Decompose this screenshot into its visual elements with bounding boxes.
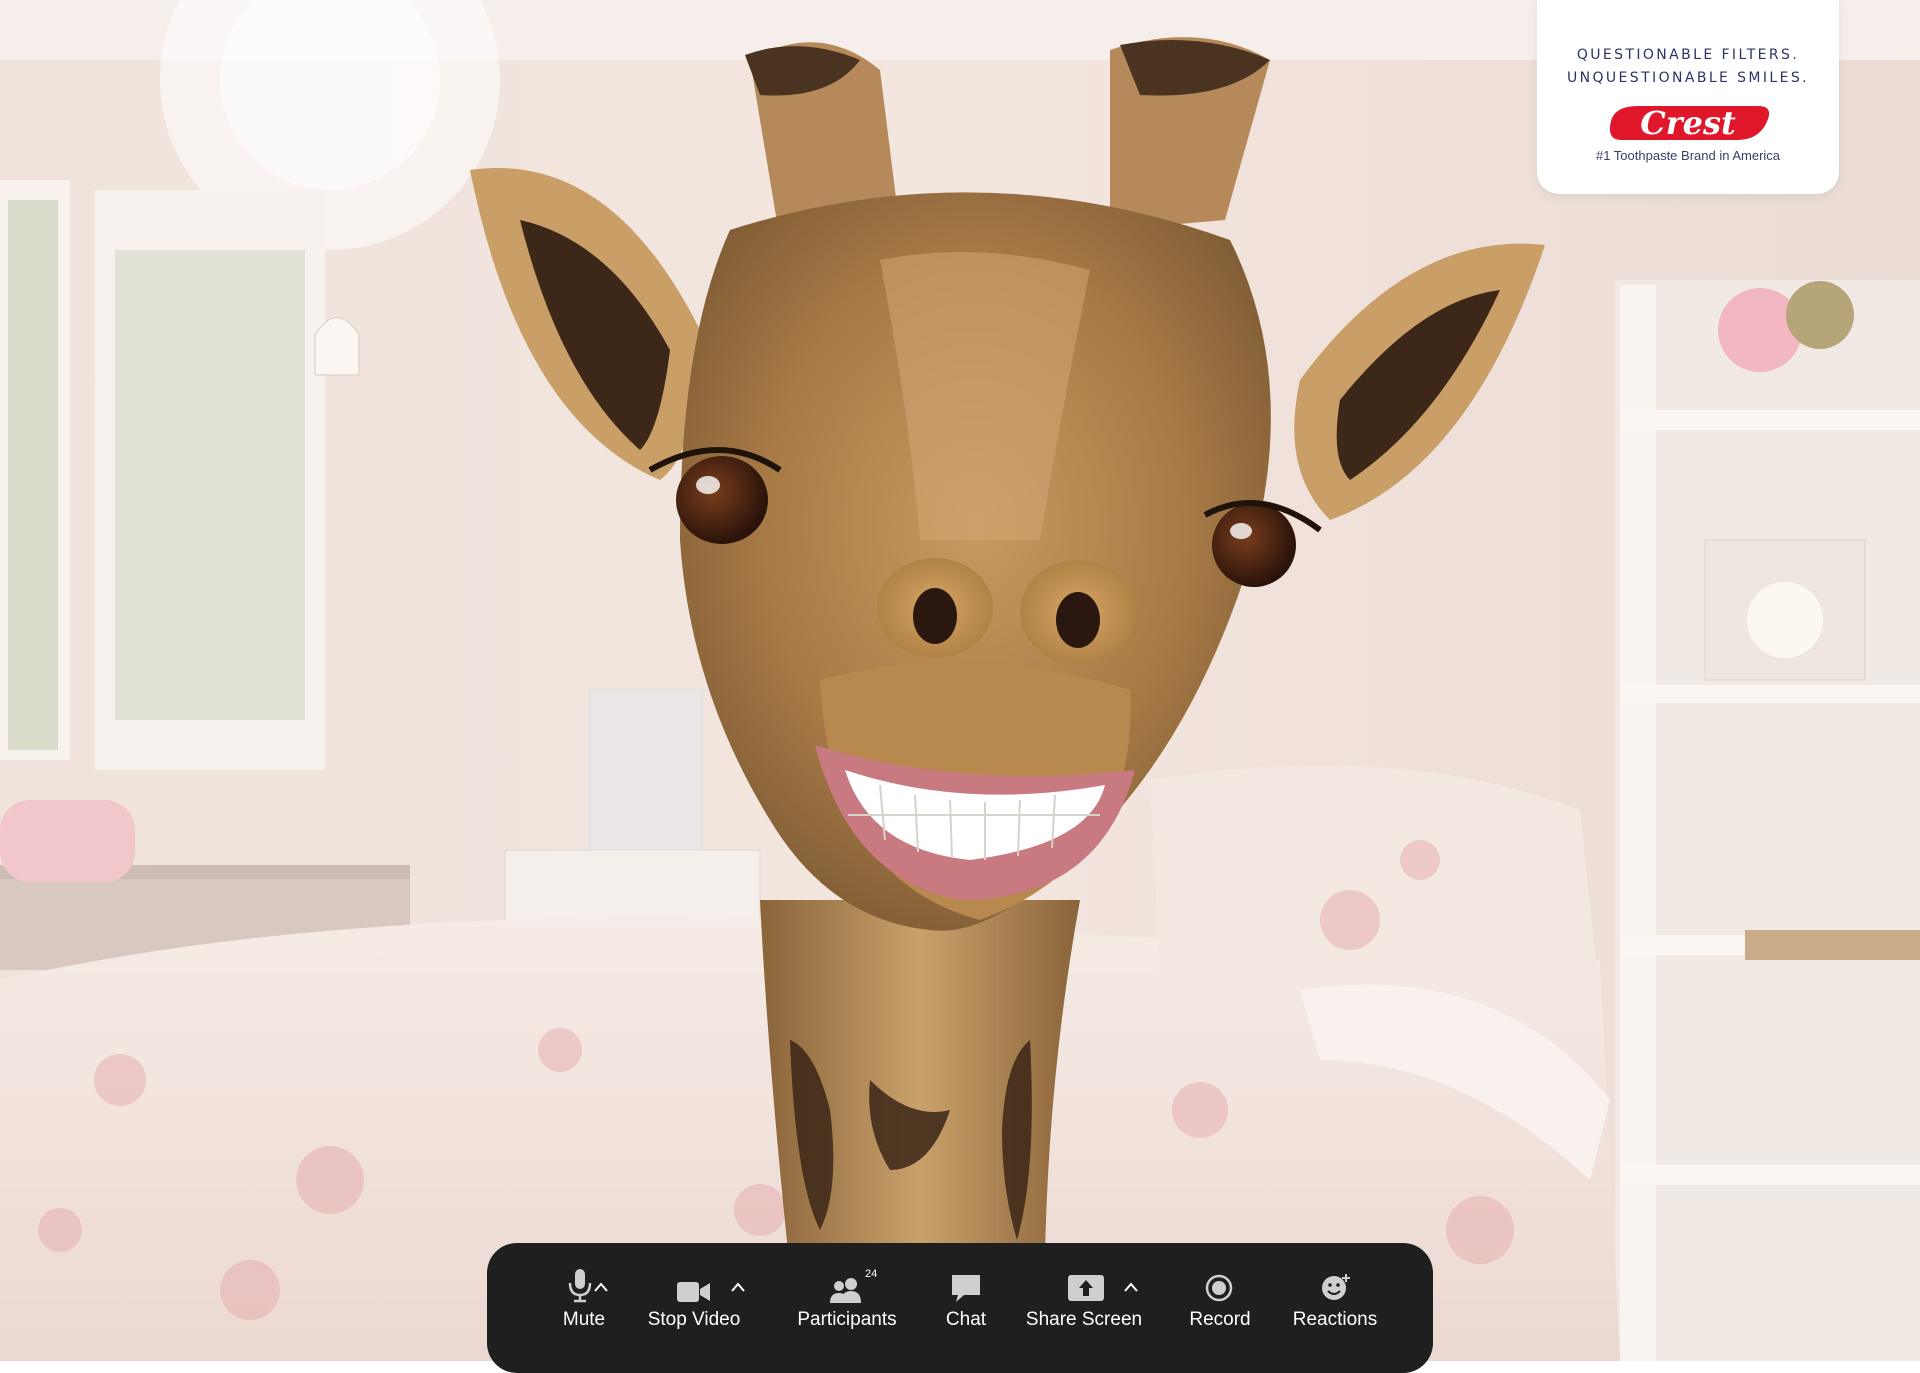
- record-label: Record: [1189, 1309, 1251, 1330]
- chat-bubble-icon: [952, 1275, 980, 1302]
- share-screen-icon: [1068, 1275, 1104, 1301]
- bedroom-scene-illustration: [0, 0, 1920, 1361]
- brand-subtitle: #1 Toothpaste Brand in America: [1595, 148, 1781, 163]
- record-button[interactable]: Record: [1172, 1243, 1262, 1361]
- video-options-chevron-up-icon[interactable]: [730, 1281, 746, 1293]
- stop-video-label: Stop Video: [647, 1309, 741, 1330]
- record-icon: [1205, 1274, 1233, 1302]
- video-feed: [0, 0, 1920, 1361]
- tagline-line-1: QUESTIONABLE FILTERS.: [1576, 47, 1800, 63]
- mute-button[interactable]: Mute: [537, 1243, 627, 1361]
- crest-ad-card: QUESTIONABLE FILTERS. UNQUESTIONABLE SMI…: [1537, 0, 1839, 194]
- video-camera-icon: [677, 1282, 710, 1302]
- meeting-toolbar: Mute Stop Video 24 Participants Chat Sha…: [487, 1243, 1433, 1373]
- participants-icon: [830, 1278, 861, 1303]
- reactions-button[interactable]: Reactions: [1277, 1243, 1392, 1361]
- share-screen-label: Share Screen: [1025, 1309, 1143, 1330]
- reactions-icon: [1322, 1274, 1350, 1300]
- mute-options-chevron-up-icon[interactable]: [593, 1281, 609, 1293]
- tagline-line-2: UNQUESTIONABLE SMILES.: [1566, 70, 1810, 86]
- microphone-icon: [568, 1269, 592, 1303]
- mute-label: Mute: [562, 1309, 606, 1330]
- chat-button[interactable]: Chat: [922, 1243, 1007, 1361]
- crest-logo-text: Crest: [1640, 104, 1736, 142]
- crest-logo: Crest: [1603, 102, 1773, 144]
- reactions-label: Reactions: [1292, 1309, 1378, 1330]
- chat-label: Chat: [945, 1309, 987, 1330]
- share-options-chevron-up-icon[interactable]: [1123, 1281, 1139, 1293]
- ad-tagline: QUESTIONABLE FILTERS. UNQUESTIONABLE SMI…: [1537, 44, 1839, 90]
- share-screen-button[interactable]: Share Screen: [1022, 1243, 1147, 1361]
- participants-label: Participants: [797, 1309, 897, 1330]
- participants-button[interactable]: 24 Participants: [777, 1243, 917, 1361]
- participants-count-badge: 24: [865, 1268, 878, 1280]
- stop-video-button[interactable]: Stop Video: [637, 1243, 757, 1361]
